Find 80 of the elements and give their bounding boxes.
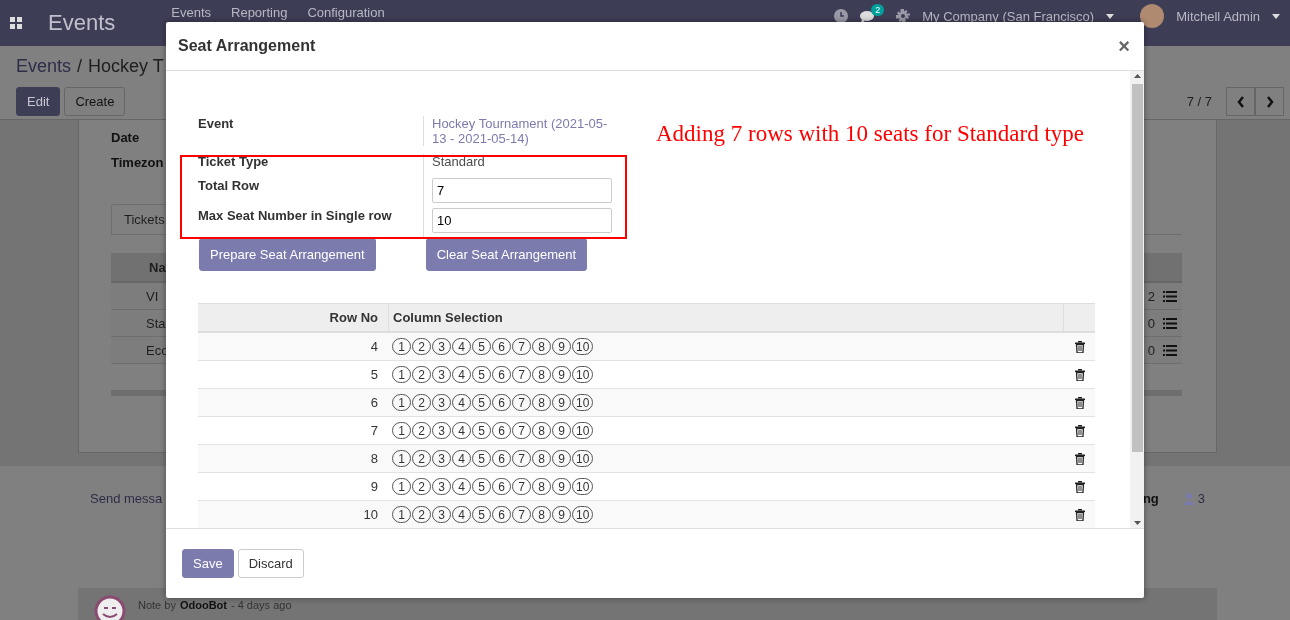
row-number: 4: [369, 339, 379, 354]
user-avatar: [1140, 4, 1165, 28]
breadcrumb-separator: /: [77, 56, 83, 77]
list-icon: [1163, 317, 1177, 329]
column-header: Na: [149, 259, 166, 275]
table-cell: 0: [1147, 342, 1155, 358]
row-number: 8: [369, 451, 379, 466]
scrollbar[interactable]: [1130, 71, 1144, 528]
delete-button[interactable]: [1074, 340, 1085, 353]
trash-icon: [1074, 508, 1085, 521]
delete-button[interactable]: [1074, 508, 1085, 521]
trash-icon: [1074, 424, 1085, 437]
person-icon: [1183, 492, 1194, 505]
app-title: Events: [48, 10, 116, 36]
list-icon: [1163, 344, 1177, 356]
trash-icon: [1074, 452, 1085, 465]
row-number: 10: [362, 507, 379, 522]
next-button[interactable]: [1255, 87, 1284, 116]
delete-button[interactable]: [1074, 480, 1085, 493]
scroll-down-icon: [1133, 521, 1141, 525]
user-menu[interactable]: Mitchell Admin: [1176, 8, 1260, 24]
row-number: 6: [369, 395, 379, 410]
row-number: 7: [369, 423, 379, 438]
chevron-left-icon: [1236, 95, 1245, 108]
field-label: Event: [198, 116, 235, 133]
follower-count: 3: [1197, 491, 1205, 506]
close-button[interactable]: ×: [1116, 34, 1132, 58]
trash-icon: [1074, 480, 1085, 493]
chevron-right-icon: [1265, 95, 1274, 108]
message-time: - 4 days ago: [230, 599, 292, 611]
field-label: Ticket Type: [198, 154, 270, 171]
table-cell: 2: [1147, 288, 1155, 304]
activity-label[interactable]: ng: [1142, 491, 1159, 506]
pager-counter: 7 / 7: [1186, 94, 1212, 109]
scrollbar-thumb[interactable]: [1131, 84, 1143, 452]
scroll-up-icon: [1133, 74, 1141, 78]
table-cell: Sta: [146, 315, 166, 331]
field-label: Timezon: [111, 155, 164, 170]
menu-item[interactable]: Events: [171, 5, 211, 20]
breadcrumb-current: Hockey T: [88, 56, 164, 77]
smiley-icon: [94, 595, 126, 620]
message-prefix: Note by: [138, 599, 176, 611]
trash-icon: [1074, 340, 1085, 353]
previous-button[interactable]: [1226, 87, 1255, 116]
menu-item[interactable]: Configuration: [307, 5, 385, 20]
prepare-button[interactable]: Prepare Seat Arrangement: [199, 238, 376, 271]
input-field[interactable]: 7: [432, 178, 612, 203]
table-cell: 0: [1147, 315, 1155, 331]
trash-icon: [1074, 396, 1085, 409]
trash-icon: [1074, 368, 1085, 381]
discard-button[interactable]: Discard: [237, 549, 304, 578]
field-label: Total Row: [198, 178, 261, 195]
apps-grid-icon: [10, 17, 22, 29]
field-label: Date: [111, 130, 140, 145]
row-number: 9: [369, 479, 379, 494]
column-header: Column Selection: [388, 304, 1064, 331]
field-label: Max Seat Number in Single row: [198, 208, 393, 225]
caret-icon: [1106, 13, 1115, 19]
clear-button[interactable]: Clear Seat Arrangement: [425, 238, 588, 271]
delete-button[interactable]: [1074, 368, 1085, 381]
chat-icon: [860, 9, 875, 23]
table-cell: VI: [146, 288, 159, 304]
edit-button[interactable]: Edit: [16, 87, 61, 116]
create-button[interactable]: Create: [64, 87, 126, 116]
annotation-text: Adding 7 rows with 10 seats for Standard type: [656, 121, 1084, 148]
message-author: OdooBot: [179, 599, 227, 611]
input-field[interactable]: 10: [432, 208, 612, 233]
event-link[interactable]: Hockey Tournament (2021-05-13 - 2021-05-14): [423, 116, 623, 146]
save-button[interactable]: Save: [182, 549, 234, 578]
list-icon: [1163, 290, 1177, 302]
menu-item[interactable]: Reporting: [231, 5, 288, 20]
column-header: Row No: [328, 310, 379, 325]
row-number: 5: [369, 367, 379, 382]
message-count-badge: 2: [871, 3, 885, 16]
clock-icon: [834, 9, 849, 23]
delete-button[interactable]: [1074, 424, 1085, 437]
caret-icon: [1272, 13, 1280, 19]
delete-button[interactable]: [1074, 396, 1085, 409]
delete-button[interactable]: [1074, 452, 1085, 465]
dialog-title: Seat Arrangement: [178, 37, 316, 55]
